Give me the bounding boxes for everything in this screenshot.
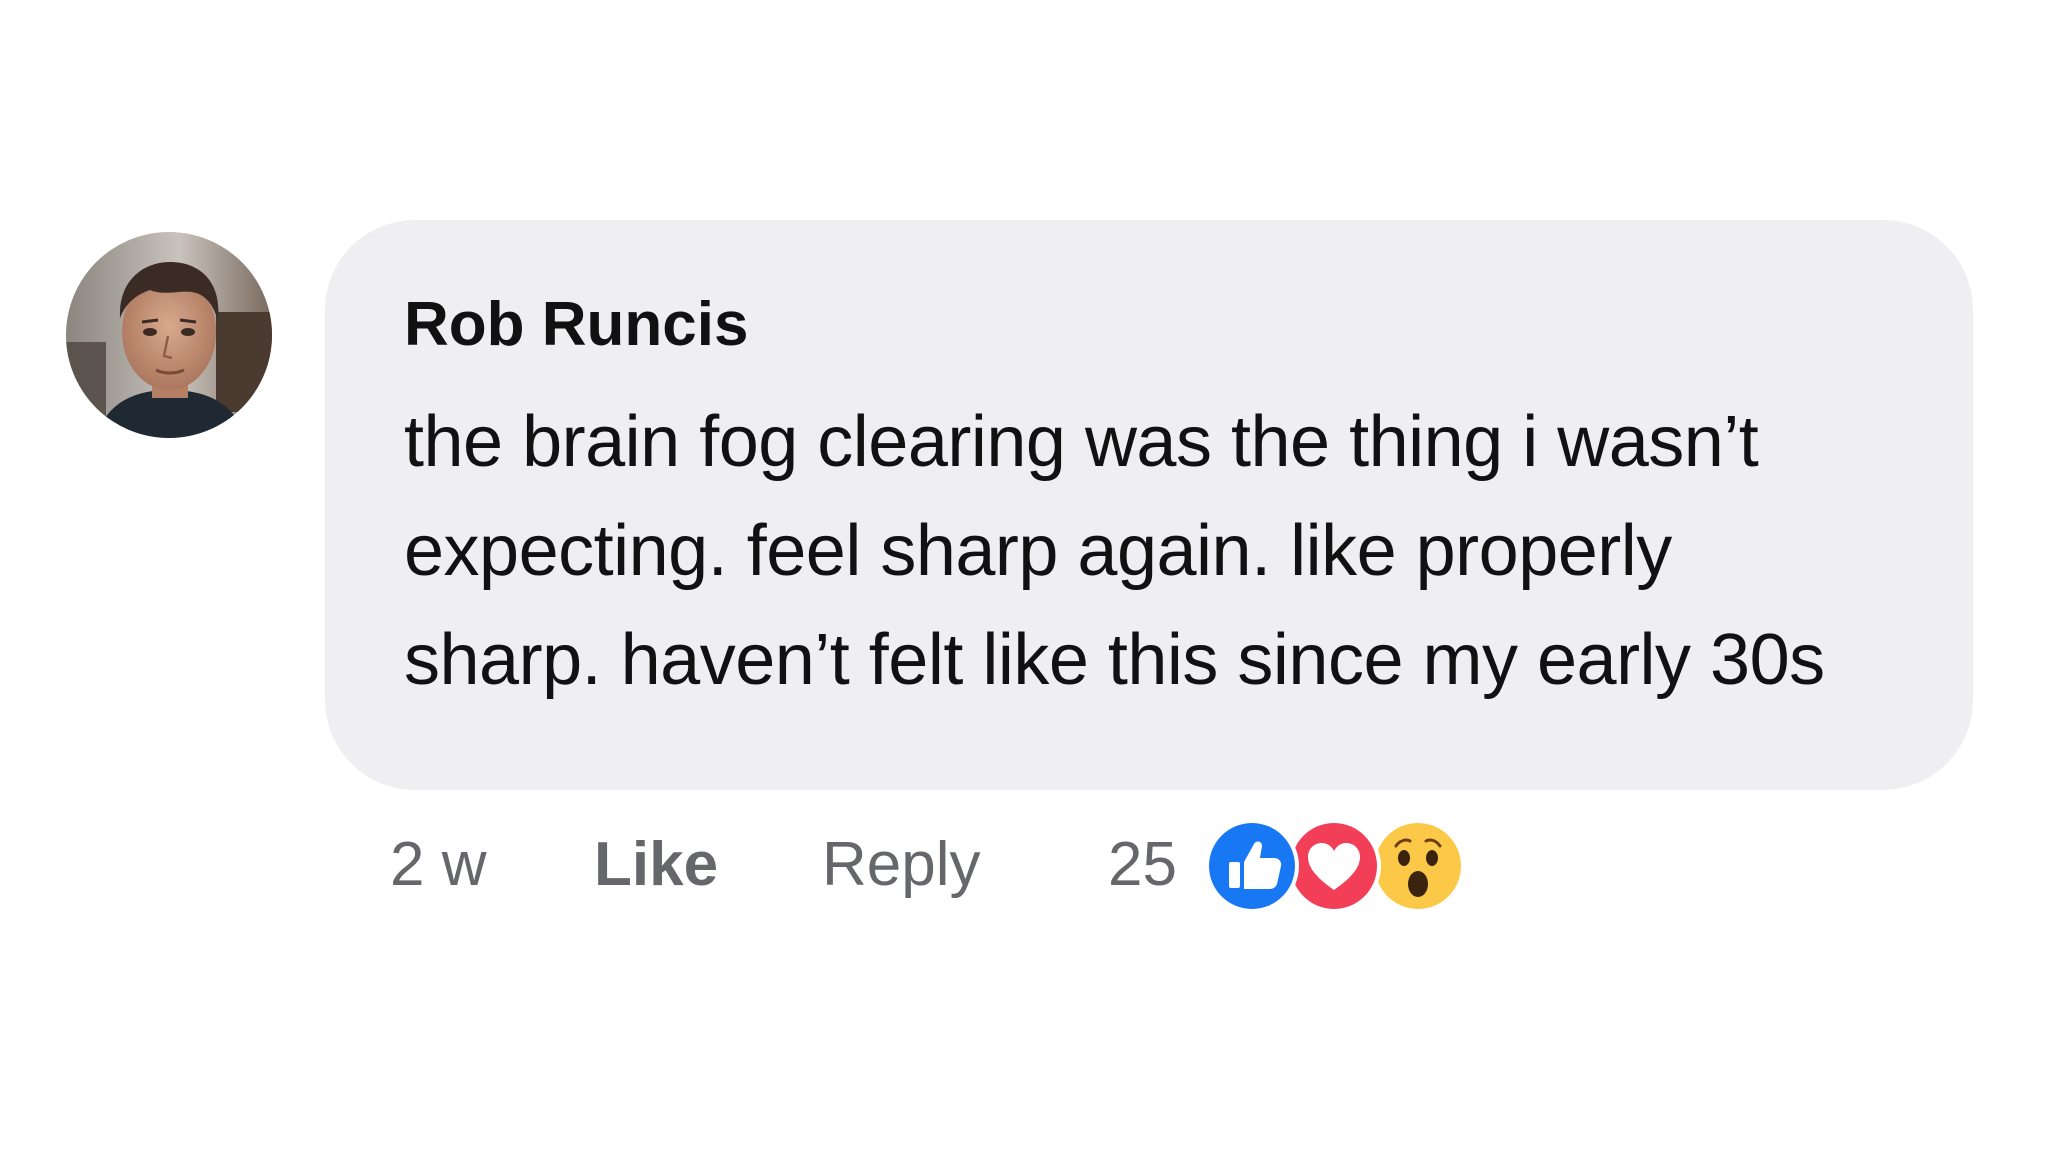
reply-button[interactable]: Reply <box>822 830 981 900</box>
comment-timestamp[interactable]: 2 w <box>390 830 486 900</box>
like-button[interactable]: Like <box>594 830 718 900</box>
reaction-icons[interactable] <box>1202 816 1472 920</box>
reaction-count[interactable]: 25 <box>1108 830 1177 900</box>
comment-text-line: expecting. feel sharp again. like proper… <box>404 511 1672 591</box>
comment-bubble: Rob Runcis the brain fog clearing was th… <box>325 220 1973 790</box>
user-photo <box>66 232 272 438</box>
thumbs-up-icon <box>1202 816 1302 916</box>
comment-text: the brain fog clearing was the thing i w… <box>404 388 1903 715</box>
comment-author[interactable]: Rob Runcis <box>404 294 1903 356</box>
comment-text-line: sharp. haven’t felt like this since my e… <box>404 620 1825 700</box>
comment-screen: Rob Runcis the brain fog clearing was th… <box>0 0 2048 1158</box>
comment-text-line: the brain fog clearing was the thing i w… <box>404 402 1759 482</box>
avatar[interactable] <box>66 232 272 438</box>
comment-actions: 2 w Like Reply 25 <box>0 830 2048 900</box>
